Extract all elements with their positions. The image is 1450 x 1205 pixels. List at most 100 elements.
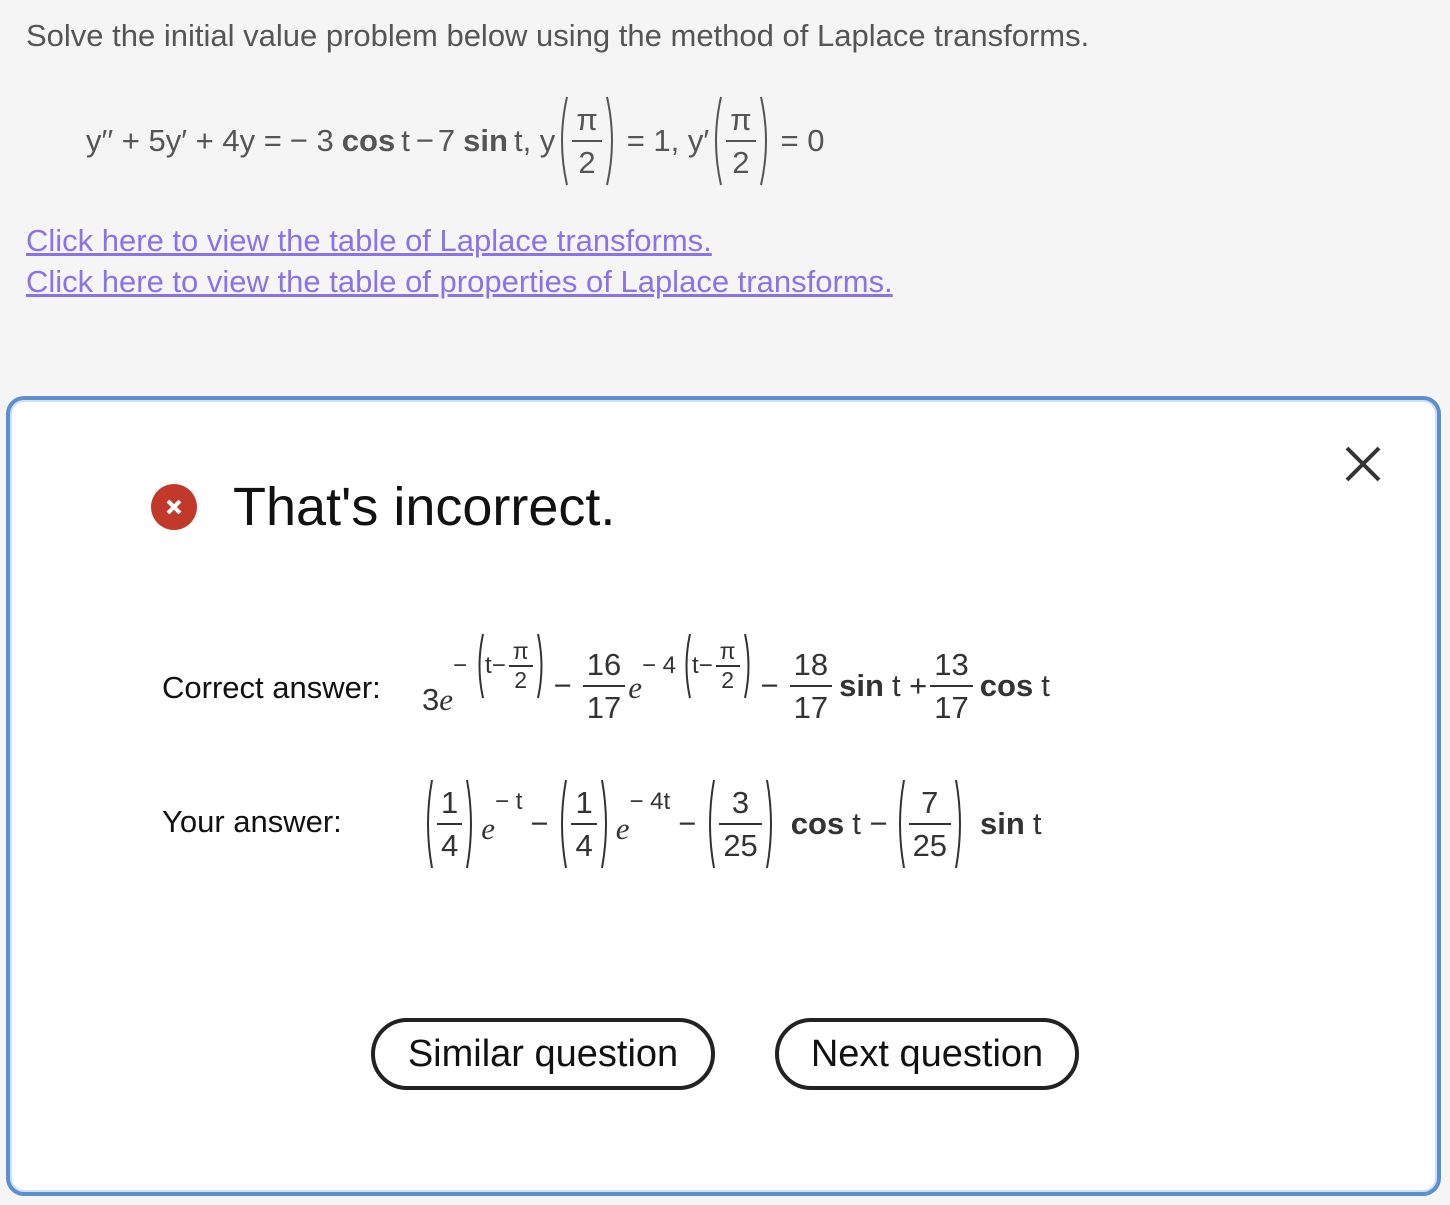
equation-sin: sin bbox=[463, 123, 508, 158]
your-exp2: − 4t bbox=[629, 788, 671, 815]
exp1-two: 2 bbox=[514, 667, 528, 693]
yf4-num: 7 bbox=[921, 785, 939, 820]
yf2-den: 4 bbox=[575, 828, 593, 863]
left-paren-icon bbox=[427, 779, 433, 869]
left-paren-icon bbox=[715, 96, 723, 186]
right-paren-icon bbox=[605, 96, 613, 186]
yf1-num: 1 bbox=[441, 785, 459, 820]
right-paren-icon bbox=[466, 779, 473, 869]
correct-answer-label: Correct answer: bbox=[162, 670, 381, 705]
laplace-properties-link[interactable]: Click here to view the table of properti… bbox=[26, 261, 893, 302]
correct-minus-1: − bbox=[553, 668, 572, 703]
feedback-dialog: That's incorrect. Correct answer: 3e − t… bbox=[6, 396, 1441, 1196]
f3-den: 17 bbox=[793, 690, 829, 725]
right-paren-icon bbox=[743, 633, 750, 699]
ic1-two: 2 bbox=[578, 145, 596, 180]
left-paren-icon bbox=[685, 633, 691, 699]
close-button[interactable] bbox=[1341, 442, 1385, 486]
correct-sin: sin bbox=[839, 668, 884, 703]
equation-minus: − bbox=[415, 123, 434, 158]
exp1-pi: π bbox=[512, 638, 529, 664]
exp1-minus: − bbox=[491, 652, 506, 679]
your-answer-expression: 1 4 e − t − 1 4 e − 4t − 3 25 cos t − 7 bbox=[422, 774, 1041, 874]
right-paren-icon bbox=[765, 779, 772, 869]
your-sin: sin bbox=[980, 806, 1025, 841]
question-prompt: Solve the initial value problem below us… bbox=[26, 18, 1090, 53]
your-minus-1: − bbox=[530, 806, 549, 841]
ic2-two: 2 bbox=[732, 145, 750, 180]
exp2-pi: π bbox=[719, 638, 736, 664]
equation-t1: t bbox=[401, 123, 410, 158]
differential-equation: y′′ + 5y′ + 4y = − 3 cos t − 7 sin t, y … bbox=[86, 92, 825, 190]
equation-coef1: − 3 bbox=[289, 123, 334, 158]
your-fraction-4: 7 25 bbox=[908, 785, 952, 863]
correct-fraction-2: 16 17 bbox=[582, 647, 626, 725]
correct-answer-expression: 3e − t − π 2 − 16 17 e − 4 t − π 2 − 18 … bbox=[422, 626, 1050, 746]
yf3-num: 3 bbox=[731, 785, 750, 820]
exp1-fraction: π 2 bbox=[508, 638, 533, 693]
equation-ic1: = 1, y′ bbox=[626, 123, 710, 158]
f2-num: 16 bbox=[586, 647, 622, 682]
yf1-den: 4 bbox=[441, 828, 459, 863]
f3-num: 18 bbox=[793, 647, 829, 682]
correct-e1: e bbox=[439, 682, 454, 717]
your-fraction-2: 1 4 bbox=[571, 785, 597, 863]
ic2-pi: π bbox=[730, 102, 752, 137]
correct-coef: 3 bbox=[422, 682, 440, 717]
ic2-fraction: π 2 bbox=[726, 102, 756, 180]
exp2-minus: − bbox=[698, 652, 713, 679]
your-t-minus: t − bbox=[852, 806, 888, 841]
your-e1: e bbox=[481, 811, 496, 846]
your-answer-label: Your answer: bbox=[162, 804, 342, 839]
your-e2: e bbox=[615, 811, 630, 846]
correct-t-plus: t + bbox=[891, 668, 928, 703]
exp2-fraction: π 2 bbox=[715, 638, 740, 693]
your-fraction-3: 3 25 bbox=[719, 785, 762, 861]
right-paren-icon bbox=[759, 96, 767, 186]
exp2-two: 2 bbox=[721, 667, 734, 693]
f4-num: 13 bbox=[934, 647, 969, 682]
equation-t2: t, y bbox=[513, 123, 556, 158]
your-t-end: t bbox=[1032, 806, 1042, 841]
left-paren-icon bbox=[898, 779, 905, 869]
exp1-t: t bbox=[485, 652, 492, 679]
your-minus-2: − bbox=[678, 806, 697, 841]
f4-den: 17 bbox=[934, 690, 969, 725]
next-question-button[interactable]: Next question bbox=[775, 1018, 1079, 1090]
error-x-icon bbox=[151, 484, 197, 530]
right-paren-icon bbox=[600, 779, 607, 869]
your-cos: cos bbox=[790, 806, 845, 841]
left-paren-icon bbox=[561, 96, 569, 186]
exp1-sign: − bbox=[453, 652, 468, 679]
yf4-den: 25 bbox=[912, 828, 948, 863]
your-exp1: − t bbox=[495, 788, 523, 815]
left-paren-icon bbox=[709, 779, 716, 869]
correct-e2: e bbox=[628, 670, 642, 705]
equation-ic2: = 0 bbox=[780, 123, 825, 158]
correct-exponent-2: − 4 t − π 2 bbox=[642, 632, 753, 700]
f2-den: 17 bbox=[586, 690, 622, 725]
exp2-coef: − 4 bbox=[641, 652, 676, 679]
correct-fraction-4: 13 17 bbox=[930, 647, 973, 725]
close-icon[interactable] bbox=[1341, 442, 1385, 486]
exp2-t: t bbox=[691, 652, 699, 679]
left-paren-icon bbox=[478, 633, 485, 699]
correct-exponent-1: − t − π 2 bbox=[453, 632, 546, 700]
laplace-table-link[interactable]: Click here to view the table of Laplace … bbox=[26, 220, 893, 261]
correct-fraction-3: 18 17 bbox=[789, 647, 833, 725]
ic1-pi: π bbox=[576, 102, 598, 137]
yf2-num: 1 bbox=[575, 785, 593, 820]
reference-links: Click here to view the table of Laplace … bbox=[26, 220, 893, 302]
right-paren-icon bbox=[955, 779, 962, 869]
equation-lhs: y′′ + 5y′ + 4y = bbox=[86, 123, 282, 158]
your-fraction-1: 1 4 bbox=[437, 785, 463, 863]
equation-coef2: 7 bbox=[437, 123, 456, 158]
similar-question-button[interactable]: Similar question bbox=[371, 1018, 715, 1090]
left-paren-icon bbox=[561, 779, 568, 869]
correct-cos: cos bbox=[979, 668, 1034, 703]
correct-t-end: t bbox=[1041, 668, 1050, 703]
right-paren-icon bbox=[536, 633, 543, 699]
status-text: That's incorrect. bbox=[233, 477, 616, 537]
correct-minus-2: − bbox=[760, 668, 779, 703]
status-message: That's incorrect. bbox=[151, 476, 615, 538]
